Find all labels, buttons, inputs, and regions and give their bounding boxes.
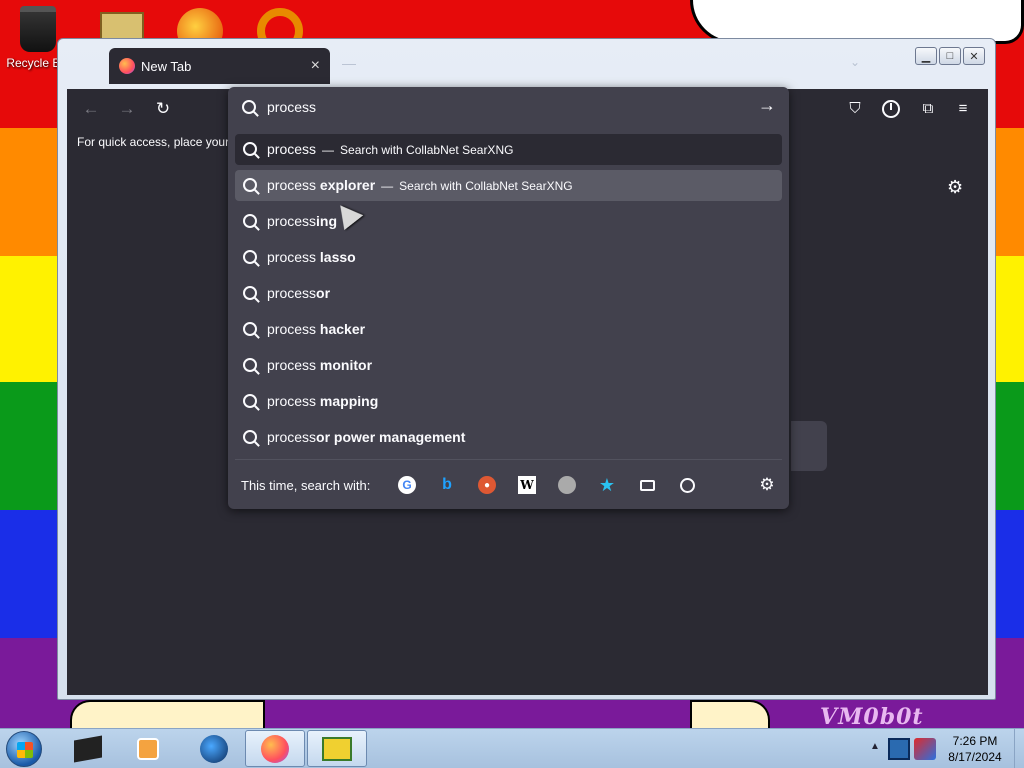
suggestion-bold: or power management — [316, 429, 466, 445]
clock-date: 8/17/2024 — [948, 750, 1002, 764]
bing-icon[interactable]: b — [438, 476, 456, 494]
google-icon[interactable]: G — [398, 476, 416, 494]
minimize-button[interactable]: ▁ — [915, 47, 937, 65]
tab-title: New Tab — [141, 58, 192, 74]
search-icon — [243, 430, 257, 444]
tab-new-tab[interactable]: New Tab × — [109, 48, 330, 84]
search-icon — [243, 394, 257, 408]
suggestion-bold: monitor — [319, 357, 373, 373]
suggestion-row[interactable]: processor power management — [235, 422, 782, 453]
suggestion-text: process — [267, 357, 320, 373]
taskbar-app[interactable] — [307, 730, 367, 767]
pocket-icon[interactable]: ⛉ — [845, 99, 865, 119]
menu-icon[interactable]: ≡ — [953, 99, 973, 119]
reload-icon[interactable]: ↻ — [153, 99, 173, 119]
suggestion-bold: lasso — [319, 249, 356, 265]
search-icon — [243, 178, 257, 192]
search-icon — [243, 286, 257, 300]
search-box-edge — [791, 421, 827, 471]
list-tabs-chevron-icon[interactable]: ⌄ — [850, 55, 860, 69]
search-icon — [243, 322, 257, 336]
suggestion-text: process — [267, 285, 317, 301]
suggestion-row[interactable]: process — Search with CollabNet SearXNG — [235, 134, 782, 165]
network-icon[interactable] — [888, 738, 910, 760]
bookmarks-toolbar-hint: For quick access, place your b — [77, 135, 240, 149]
suggestion-text: process — [267, 249, 320, 265]
firefox-icon — [119, 58, 135, 74]
go-arrow-icon[interactable]: → — [758, 95, 776, 116]
media-player-icon — [137, 737, 159, 760]
tray-app-icon[interactable] — [914, 738, 936, 760]
globe-icon — [200, 734, 228, 763]
suggestion-separator: — — [322, 143, 335, 157]
wallpaper-shape — [70, 700, 265, 728]
back-arrow-icon[interactable]: ← — [81, 99, 101, 119]
settings-gear-icon[interactable]: ⚙ — [947, 177, 963, 198]
forward-arrow-icon[interactable]: → — [117, 99, 137, 119]
suggestion-separator: — — [381, 179, 394, 193]
suggestion-row[interactable]: process monitor — [235, 350, 782, 381]
suggestion-bold: mapping — [319, 393, 379, 409]
urlbar-dropdown: process → process — Search with CollabNet … — [228, 87, 789, 509]
suggestion-row[interactable]: process lasso — [235, 242, 782, 273]
system-clock[interactable]: 7:26 PM 8/17/2024 — [940, 733, 1010, 765]
suggestion-bold: hacker — [319, 321, 366, 337]
suggestion-row[interactable]: process mapping — [235, 386, 782, 417]
suggestion-text: process — [267, 321, 320, 337]
firefox-icon — [261, 734, 289, 763]
suggestion-text: process — [267, 393, 320, 409]
search-icon — [243, 214, 257, 228]
bookmarks-icon[interactable]: ★ — [598, 475, 616, 495]
suggestion-bold: or — [316, 285, 331, 301]
history-icon[interactable] — [678, 476, 696, 494]
wallpaper-watermark: VM0b0t — [820, 704, 924, 728]
searxng-icon[interactable] — [558, 476, 576, 494]
search-icon — [242, 100, 256, 114]
suggestion-text: process — [267, 213, 317, 229]
one-off-search-label: This time, search with: — [241, 478, 371, 493]
taskbar-app[interactable] — [58, 730, 118, 767]
suggestion-action: Search with CollabNet SearXNG — [399, 179, 573, 193]
taskbar-firefox[interactable] — [245, 730, 305, 767]
clock-time: 7:26 PM — [952, 734, 998, 748]
maximize-button[interactable]: □ — [939, 47, 961, 65]
tray-expand-icon[interactable]: ▲ — [870, 741, 880, 752]
start-button[interactable] — [6, 731, 42, 767]
suggestion-text: process — [267, 177, 320, 193]
account-icon[interactable] — [881, 99, 901, 119]
close-window-button[interactable]: ✕ — [963, 47, 985, 65]
suggestion-text: process — [267, 429, 317, 445]
suggestion-row[interactable]: processor — [235, 278, 782, 309]
duckduckgo-icon[interactable]: ● — [478, 476, 496, 494]
new-tab-button[interactable]: — — [342, 55, 356, 71]
search-icon — [243, 142, 257, 156]
search-icon — [243, 250, 257, 264]
search-icon — [243, 358, 257, 372]
suggestion-row-selected[interactable]: process explorer — Search with CollabNet S… — [235, 170, 782, 201]
suggestion-bold: explorer — [319, 177, 376, 193]
divider — [235, 459, 782, 460]
url-input[interactable]: process → — [228, 87, 789, 127]
taskbar-media-player[interactable] — [118, 730, 178, 767]
app-icon — [322, 736, 352, 761]
suggestion-action: Search with CollabNet SearXNG — [340, 143, 514, 157]
app-icon — [74, 735, 102, 762]
window-controls: ▁ □ ✕ — [915, 47, 985, 65]
extensions-icon[interactable]: ⧉ — [918, 99, 938, 119]
show-desktop-button[interactable] — [1014, 729, 1024, 768]
wikipedia-icon[interactable]: W — [518, 476, 536, 494]
taskbar: ▲ 7:26 PM 8/17/2024 — [0, 728, 1024, 768]
taskbar-app[interactable] — [184, 730, 244, 767]
tabs-icon[interactable] — [638, 476, 656, 494]
wallpaper-shape — [690, 700, 770, 728]
suggestion-row[interactable]: process hacker — [235, 314, 782, 345]
recycle-bin-icon — [20, 6, 56, 52]
suggestion-text: process — [267, 141, 317, 157]
tab-close-button[interactable]: × — [311, 57, 320, 75]
search-settings-gear-icon[interactable]: ⚙ — [758, 475, 776, 494]
url-input-value[interactable]: process — [267, 99, 316, 115]
suggestion-row[interactable]: processing — [235, 206, 782, 237]
